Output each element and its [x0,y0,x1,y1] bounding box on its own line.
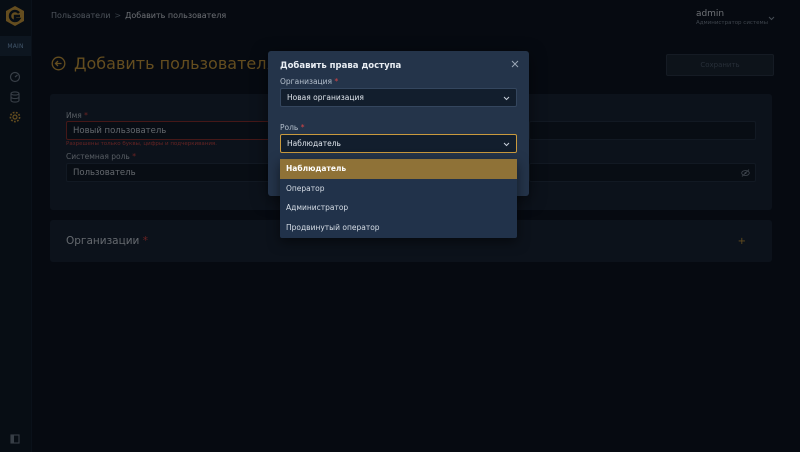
role-value: Наблюдатель [287,139,341,148]
chevron-down-icon [503,142,510,147]
role-option-advanced-operator[interactable]: Продвинутый оператор [280,218,517,238]
role-option-operator[interactable]: Оператор [280,179,517,199]
role-dropdown: Наблюдатель Оператор Администратор Продв… [280,159,517,238]
close-icon[interactable] [511,60,519,68]
role-option-observer[interactable]: Наблюдатель [280,159,517,179]
organization-select[interactable]: Новая организация [280,88,517,107]
organization-value: Новая организация [287,93,364,102]
chevron-down-icon [503,96,510,101]
organization-label: Организация * [280,77,339,86]
role-select[interactable]: Наблюдатель [280,134,517,153]
dialog-title: Добавить права доступа [280,61,402,71]
role-label: Роль * [280,123,305,132]
role-option-administrator[interactable]: Администратор [280,198,517,218]
